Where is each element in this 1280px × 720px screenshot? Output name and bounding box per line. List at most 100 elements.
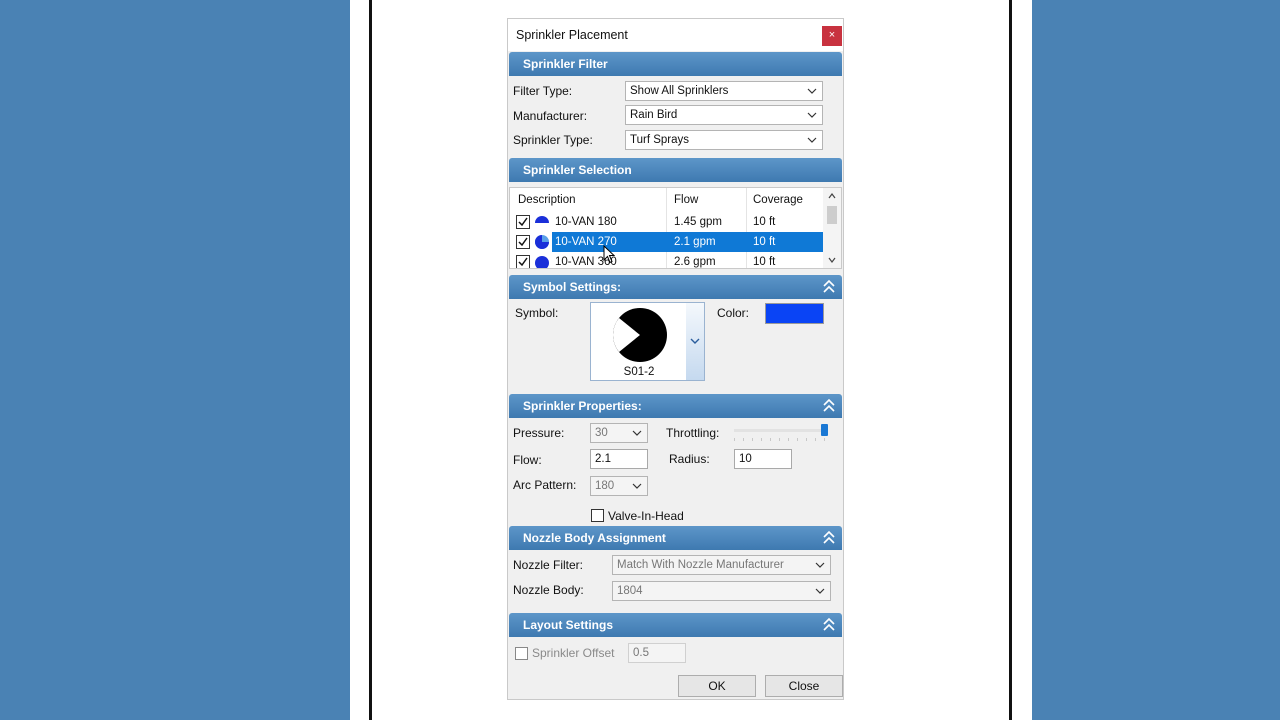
- nozzle-body-header[interactable]: Nozzle Body Assignment: [509, 526, 842, 550]
- arc-pattern-label: Arc Pattern:: [513, 478, 577, 492]
- mouse-cursor-icon: [603, 245, 615, 264]
- sprinkler-list[interactable]: Description Flow Coverage 10-VAN 180 1.4…: [509, 187, 842, 269]
- chevron-down-icon: [807, 88, 817, 94]
- row-coverage: 10 ft: [753, 236, 776, 248]
- manufacturer-label: Manufacturer:: [513, 109, 588, 123]
- chevron-down-icon: [632, 430, 642, 436]
- section-title: Sprinkler Selection: [523, 163, 632, 177]
- row-checkbox[interactable]: [516, 215, 530, 229]
- nozzle-filter-label: Nozzle Filter:: [513, 558, 584, 572]
- section-title: Sprinkler Filter: [523, 57, 608, 71]
- check-icon: [518, 217, 528, 227]
- row-coverage: 10 ft: [753, 216, 776, 228]
- row-flow: 2.6 gpm: [674, 256, 716, 268]
- scroll-thumb[interactable]: [827, 206, 837, 224]
- column-header-coverage[interactable]: Coverage: [753, 194, 803, 206]
- scroll-up-icon[interactable]: [828, 193, 836, 199]
- symbol-dropdown-button[interactable]: [686, 303, 704, 380]
- sprinkler-type-label: Sprinkler Type:: [513, 133, 593, 147]
- list-scrollbar[interactable]: [823, 188, 841, 268]
- manufacturer-select[interactable]: Rain Bird: [625, 105, 823, 125]
- list-item[interactable]: 10-VAN 360 2.6 gpm 10 ft: [510, 252, 824, 268]
- ok-button[interactable]: OK: [678, 675, 756, 697]
- layout-settings-header[interactable]: Layout Settings: [509, 613, 842, 637]
- radius-label: Radius:: [669, 452, 710, 466]
- valve-in-head-label[interactable]: Valve-In-Head: [608, 509, 684, 523]
- flow-label: Flow:: [513, 453, 542, 467]
- sprinkler-offset-input[interactable]: 0.5: [628, 643, 686, 663]
- slider-thumb[interactable]: [821, 424, 828, 436]
- nozzle-body-value: 1804: [617, 585, 643, 597]
- section-title: Sprinkler Properties:: [523, 399, 642, 413]
- page-border-right: [1009, 0, 1012, 720]
- manufacturer-value: Rain Bird: [630, 109, 678, 121]
- collapse-icon[interactable]: [822, 617, 836, 633]
- flow-input[interactable]: 2.1: [590, 449, 648, 469]
- dialog-title: Sprinkler Placement: [516, 28, 628, 42]
- symbol-picker[interactable]: S01-2: [590, 302, 705, 381]
- sprinkler-type-value: Turf Sprays: [630, 134, 690, 146]
- row-flow: 1.45 gpm: [674, 216, 722, 228]
- section-title: Symbol Settings:: [523, 280, 622, 294]
- slider-track: [734, 429, 828, 432]
- scroll-down-icon[interactable]: [828, 257, 836, 263]
- chevron-down-icon: [807, 112, 817, 118]
- sprinkler-properties-header[interactable]: Sprinkler Properties:: [509, 394, 842, 418]
- pressure-value: 30: [595, 427, 608, 439]
- sprinkler-placement-dialog: Sprinkler Placement × Sprinkler Filter F…: [507, 18, 844, 700]
- color-swatch[interactable]: [765, 303, 824, 324]
- close-window-button[interactable]: ×: [822, 26, 842, 46]
- check-icon: [518, 257, 528, 267]
- sprinkler-filter-header: Sprinkler Filter: [509, 52, 842, 76]
- section-title: Nozzle Body Assignment: [523, 531, 666, 545]
- row-description: 10-VAN 180: [555, 216, 617, 228]
- collapse-icon[interactable]: [822, 279, 836, 295]
- flow-value: 2.1: [595, 453, 611, 465]
- color-label: Color:: [717, 306, 750, 320]
- slider-ticks: [734, 438, 828, 441]
- nozzle-body-select[interactable]: 1804: [612, 581, 831, 601]
- symbol-preview-icon: [612, 308, 667, 362]
- valve-in-head-checkbox[interactable]: [591, 509, 604, 522]
- filter-type-value: Show All Sprinklers: [630, 85, 729, 97]
- nozzle-filter-select[interactable]: Match With Nozzle Manufacturer: [612, 555, 831, 575]
- radius-value: 10: [739, 453, 752, 465]
- section-title: Layout Settings: [523, 618, 614, 632]
- close-button[interactable]: Close: [765, 675, 843, 697]
- column-header-description[interactable]: Description: [518, 194, 576, 206]
- row-checkbox[interactable]: [516, 255, 530, 268]
- nozzle-body-label: Nozzle Body:: [513, 583, 584, 597]
- throttling-slider[interactable]: [734, 424, 828, 444]
- sprinkler-offset-checkbox[interactable]: [515, 647, 528, 660]
- three-quarter-circle-icon: [535, 235, 549, 249]
- collapse-icon[interactable]: [822, 530, 836, 546]
- sprinkler-offset-label[interactable]: Sprinkler Offset: [532, 646, 614, 660]
- half-circle-icon: [535, 216, 549, 223]
- arc-pattern-value: 180: [595, 480, 615, 492]
- filter-type-label: Filter Type:: [513, 84, 573, 98]
- list-item-selected[interactable]: 10-VAN 270 2.1 gpm 10 ft: [510, 232, 824, 252]
- pressure-label: Pressure:: [513, 426, 565, 440]
- sprinkler-offset-value: 0.5: [633, 647, 649, 659]
- pressure-select[interactable]: 30: [590, 423, 648, 443]
- arc-pattern-select[interactable]: 180: [590, 476, 648, 496]
- collapse-icon[interactable]: [822, 398, 836, 414]
- throttling-label: Throttling:: [666, 426, 720, 440]
- sprinkler-type-select[interactable]: Turf Sprays: [625, 130, 823, 150]
- list-item[interactable]: 10-VAN 180 1.45 gpm 10 ft: [510, 212, 824, 232]
- row-flow: 2.1 gpm: [674, 236, 716, 248]
- symbol-name: S01-2: [623, 366, 655, 378]
- title-bar: Sprinkler Placement ×: [508, 19, 843, 51]
- full-circle-icon: [535, 256, 549, 268]
- radius-input[interactable]: 10: [734, 449, 792, 469]
- chevron-down-icon: [690, 338, 700, 344]
- chevron-down-icon: [632, 483, 642, 489]
- chevron-down-icon: [815, 588, 825, 594]
- row-checkbox[interactable]: [516, 235, 530, 249]
- page-border-left: [369, 0, 372, 720]
- column-header-flow[interactable]: Flow: [674, 194, 698, 206]
- check-icon: [518, 237, 528, 247]
- chevron-down-icon: [807, 137, 817, 143]
- symbol-settings-header[interactable]: Symbol Settings:: [509, 275, 842, 299]
- filter-type-select[interactable]: Show All Sprinklers: [625, 81, 823, 101]
